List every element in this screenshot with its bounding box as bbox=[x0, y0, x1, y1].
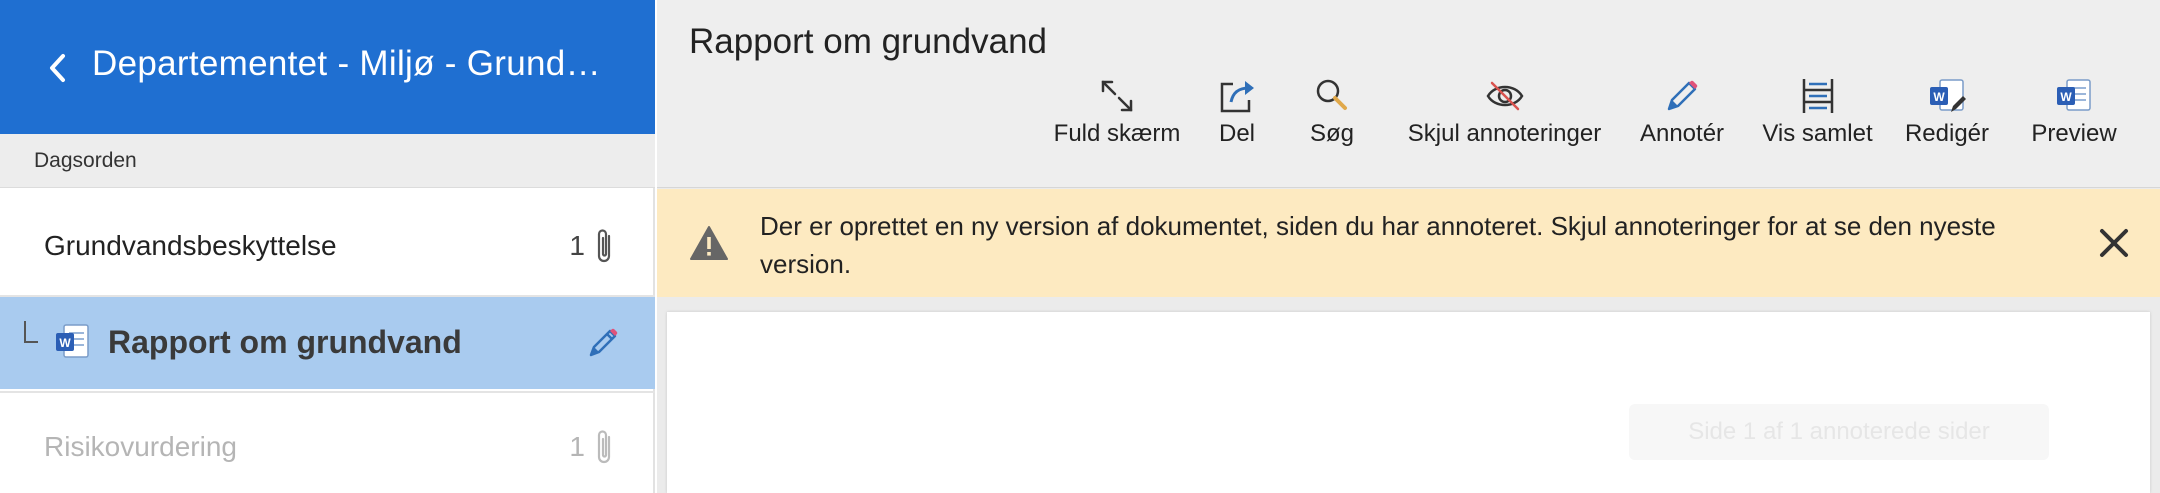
search-icon bbox=[1316, 79, 1347, 110]
annotate-pencil-icon[interactable] bbox=[585, 325, 621, 361]
edit-label: Redigér bbox=[1904, 120, 1990, 147]
combined-view-button[interactable]: Vis samlet bbox=[1755, 76, 1880, 156]
svg-text:W: W bbox=[1933, 90, 1945, 104]
paperclip-icon bbox=[597, 229, 611, 263]
word-document-icon: W bbox=[56, 324, 89, 358]
share-icon bbox=[1220, 81, 1254, 113]
main-panel: Rapport om grundvand Fuld skærm Del Søg … bbox=[657, 0, 2160, 493]
word-preview-icon: W bbox=[2057, 79, 2091, 111]
share-label: Del bbox=[1218, 120, 1255, 147]
fullscreen-icon bbox=[1101, 80, 1133, 112]
warning-message: Der er oprettet en ny version af dokumen… bbox=[760, 211, 1996, 279]
agenda-section-header: Dagsorden bbox=[0, 134, 655, 188]
search-button[interactable]: Søg bbox=[1297, 76, 1367, 156]
combined-view-icon bbox=[1802, 79, 1833, 113]
combined-view-label: Vis samlet bbox=[1762, 120, 1873, 147]
close-icon[interactable] bbox=[2096, 225, 2132, 261]
meeting-title: Departementet - Miljø - Grundvandsudvalg… bbox=[92, 44, 612, 83]
sidebar-header: Departementet - Miljø - Grundvandsudvalg… bbox=[0, 0, 655, 134]
document-toolbar: Rapport om grundvand Fuld skærm Del Søg … bbox=[657, 0, 2160, 188]
attachment-count: 1 bbox=[569, 230, 585, 261]
agenda-item-label: Grundvandsbeskyttelse bbox=[44, 230, 337, 261]
document-viewer[interactable]: Side 1 af 1 annoterede sider bbox=[667, 312, 2150, 493]
agenda-item-risikovurdering[interactable]: Risikovurdering 1 bbox=[0, 397, 655, 493]
agenda-section-label: Dagsorden bbox=[34, 149, 137, 172]
sidebar: Departementet - Miljø - Grundvandsudvalg… bbox=[0, 0, 655, 493]
svg-text:W: W bbox=[59, 336, 71, 350]
tree-branch-icon bbox=[24, 321, 38, 343]
preview-button[interactable]: W Preview bbox=[2019, 76, 2129, 156]
chevron-left-icon bbox=[50, 54, 65, 82]
attachment-count: 1 bbox=[569, 431, 585, 462]
fullscreen-label: Fuld skærm bbox=[1053, 120, 1181, 147]
pencil-icon bbox=[1667, 80, 1698, 111]
preview-label: Preview bbox=[2031, 120, 2117, 147]
page-indicator: Side 1 af 1 annoterede sider bbox=[1629, 404, 2049, 460]
warning-triangle-icon bbox=[690, 226, 728, 260]
agenda-item-label: Risikovurdering bbox=[44, 431, 237, 462]
document-item-label: Rapport om grundvand bbox=[108, 324, 462, 360]
document-title: Rapport om grundvand bbox=[689, 22, 1047, 61]
fullscreen-button[interactable]: Fuld skærm bbox=[1042, 76, 1192, 156]
paperclip-icon bbox=[597, 430, 611, 464]
word-edit-icon: W bbox=[1930, 79, 1966, 112]
edit-button[interactable]: W Redigér bbox=[1897, 76, 1997, 156]
share-button[interactable]: Del bbox=[1202, 76, 1272, 156]
svg-text:W: W bbox=[2060, 90, 2072, 104]
version-warning-banner: Der er oprettet en ny version af dokumen… bbox=[657, 189, 2160, 297]
divider bbox=[0, 391, 655, 393]
annotate-button[interactable]: Annotér bbox=[1627, 76, 1737, 156]
hide-annotations-label: Skjul annoteringer bbox=[1407, 120, 1602, 147]
document-item-rapport-om-grundvand[interactable]: W Rapport om grundvand bbox=[0, 297, 655, 389]
search-label: Søg bbox=[1309, 120, 1354, 147]
annotate-label: Annotér bbox=[1639, 120, 1725, 147]
hide-annotations-button[interactable]: Skjul annoteringer bbox=[1392, 76, 1617, 156]
back-button[interactable] bbox=[40, 48, 76, 88]
eye-off-icon bbox=[1486, 81, 1523, 111]
agenda-item-grundvandsbeskyttelse[interactable]: Grundvandsbeskyttelse 1 bbox=[0, 196, 655, 296]
